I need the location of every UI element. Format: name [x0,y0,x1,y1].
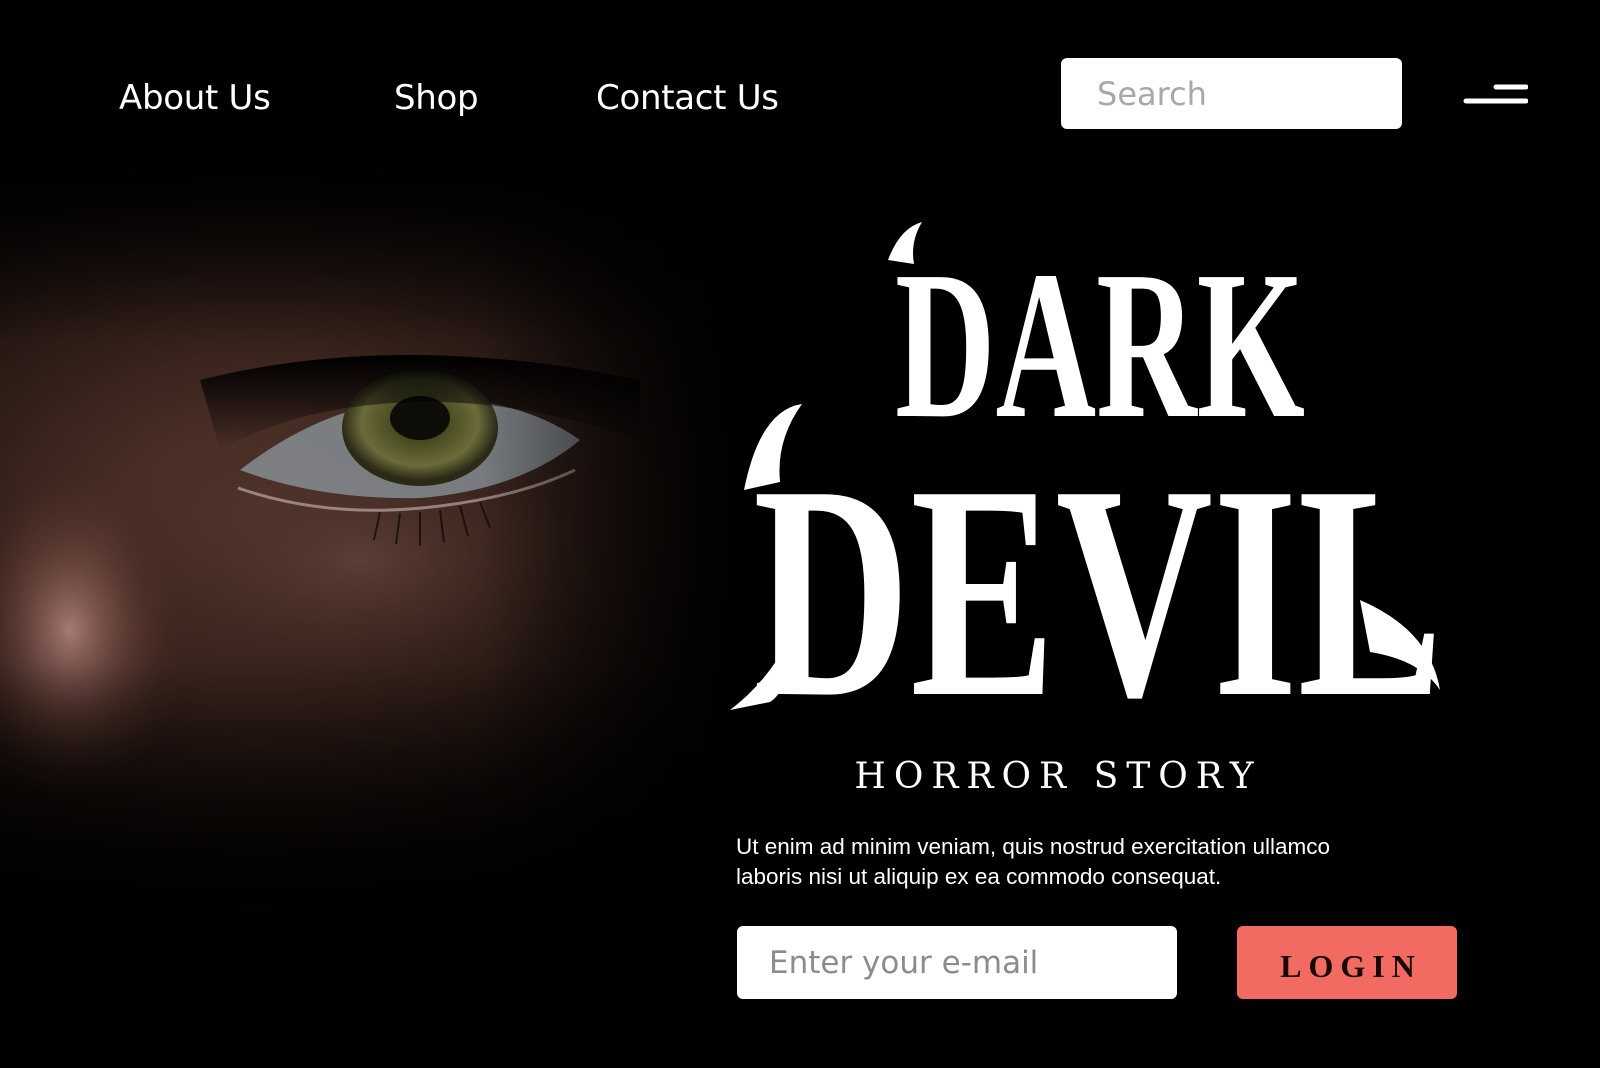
hero-description-line: Ut enim ad minim veniam, quis nostrud ex… [736,834,1330,859]
search-input[interactable] [1061,58,1402,129]
hero-description: Ut enim ad minim veniam, quis nostrud ex… [736,832,1416,892]
email-input[interactable] [737,926,1177,999]
hero-tagline: HORROR STORY [854,756,1262,797]
hamburger-menu-icon [1463,84,1529,104]
nav-link-shop[interactable]: Shop [394,72,479,124]
nav-link-about-us[interactable]: About Us [119,72,271,124]
hero-title-line-2: DEVIL [753,422,1443,720]
menu-button[interactable] [1462,80,1529,110]
login-button[interactable]: LOGIN [1237,926,1457,999]
hero-description-line: laboris nisi ut aliquip ex ea commodo co… [736,864,1222,889]
hero-title: DARK DEVIL [730,220,1460,720]
nav-link-contact-us[interactable]: Contact Us [596,72,779,124]
